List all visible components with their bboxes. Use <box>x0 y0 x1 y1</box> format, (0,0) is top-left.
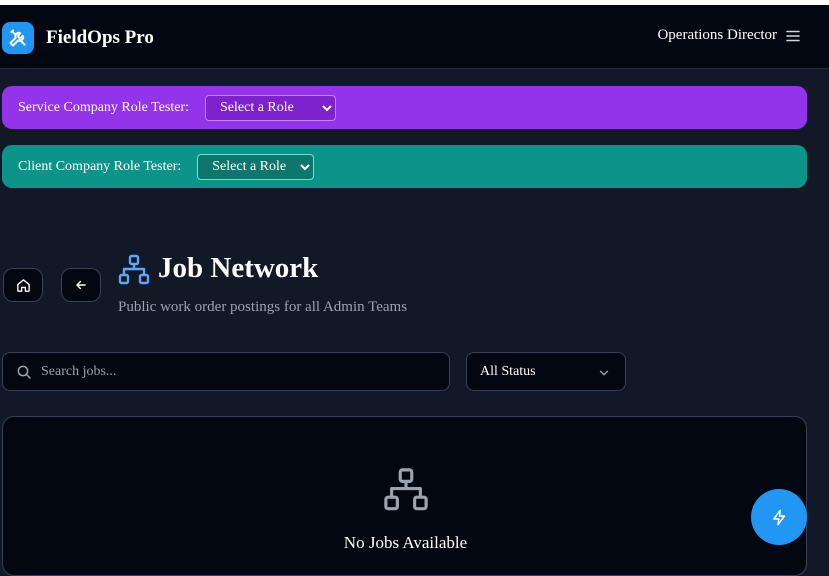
empty-state-title: No Jobs Available <box>343 533 468 552</box>
app-title: FieldOps Pro <box>46 27 154 48</box>
home-button[interactable] <box>3 268 43 302</box>
menu-button[interactable] <box>785 28 801 44</box>
service-role-tester: Service Company Role Tester: Select a Ro… <box>2 86 807 129</box>
search-input[interactable] <box>41 353 441 390</box>
client-role-select[interactable]: Select a Role <box>197 153 315 180</box>
app-header: FieldOps Pro Operations Director <box>0 5 829 69</box>
network-icon <box>118 254 150 285</box>
search-icon <box>17 365 31 379</box>
service-role-select[interactable]: Select a Role <box>205 94 337 121</box>
status-filter-select[interactable]: All Status <box>466 352 626 391</box>
chevron-down-icon <box>599 370 609 376</box>
page-subtitle: Public work order postings for all Admin… <box>118 299 408 315</box>
quick-action-button[interactable] <box>751 489 807 545</box>
wrench-screwdriver-icon <box>9 29 26 47</box>
page-title: Job Network <box>158 252 319 284</box>
empty-state-card: No Jobs Available <box>2 416 807 576</box>
back-button[interactable] <box>61 268 101 302</box>
network-icon <box>384 468 428 511</box>
arrow-left-icon <box>76 280 86 290</box>
hamburger-menu-icon <box>786 30 800 42</box>
status-filter-value: All Status <box>480 364 536 379</box>
app-logo[interactable] <box>2 22 34 54</box>
home-icon <box>16 278 30 292</box>
lightning-bolt-icon <box>772 509 785 525</box>
service-role-tester-label: Service Company Role Tester: <box>18 99 190 115</box>
search-box[interactable] <box>2 352 450 391</box>
client-role-tester: Client Company Role Tester: Select a Rol… <box>2 145 807 188</box>
current-role-label: Operations Director <box>657 27 777 43</box>
client-role-tester-label: Client Company Role Tester: <box>18 158 182 174</box>
